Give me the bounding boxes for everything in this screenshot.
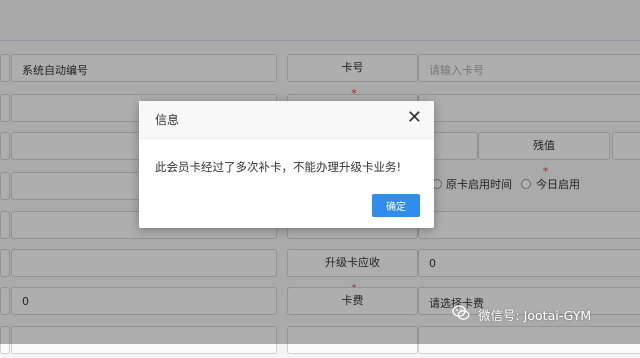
dialog-title: 信息 <box>155 113 180 127</box>
wechat-icon <box>452 305 470 320</box>
dialog-header: 信息 ✕ <box>139 101 434 139</box>
confirm-button[interactable]: 确定 <box>372 194 420 217</box>
close-icon[interactable]: ✕ <box>407 108 422 128</box>
watermark-text: 微信号: Jootai-GYM <box>478 308 592 323</box>
info-dialog: 信息 ✕ 此会员卡经过了多次补卡，不能办理升级卡业务! 确定 <box>139 101 434 228</box>
watermark: 微信号: Jootai-GYM <box>452 303 638 325</box>
dialog-message: 此会员卡经过了多次补卡，不能办理升级卡业务! <box>155 160 402 174</box>
